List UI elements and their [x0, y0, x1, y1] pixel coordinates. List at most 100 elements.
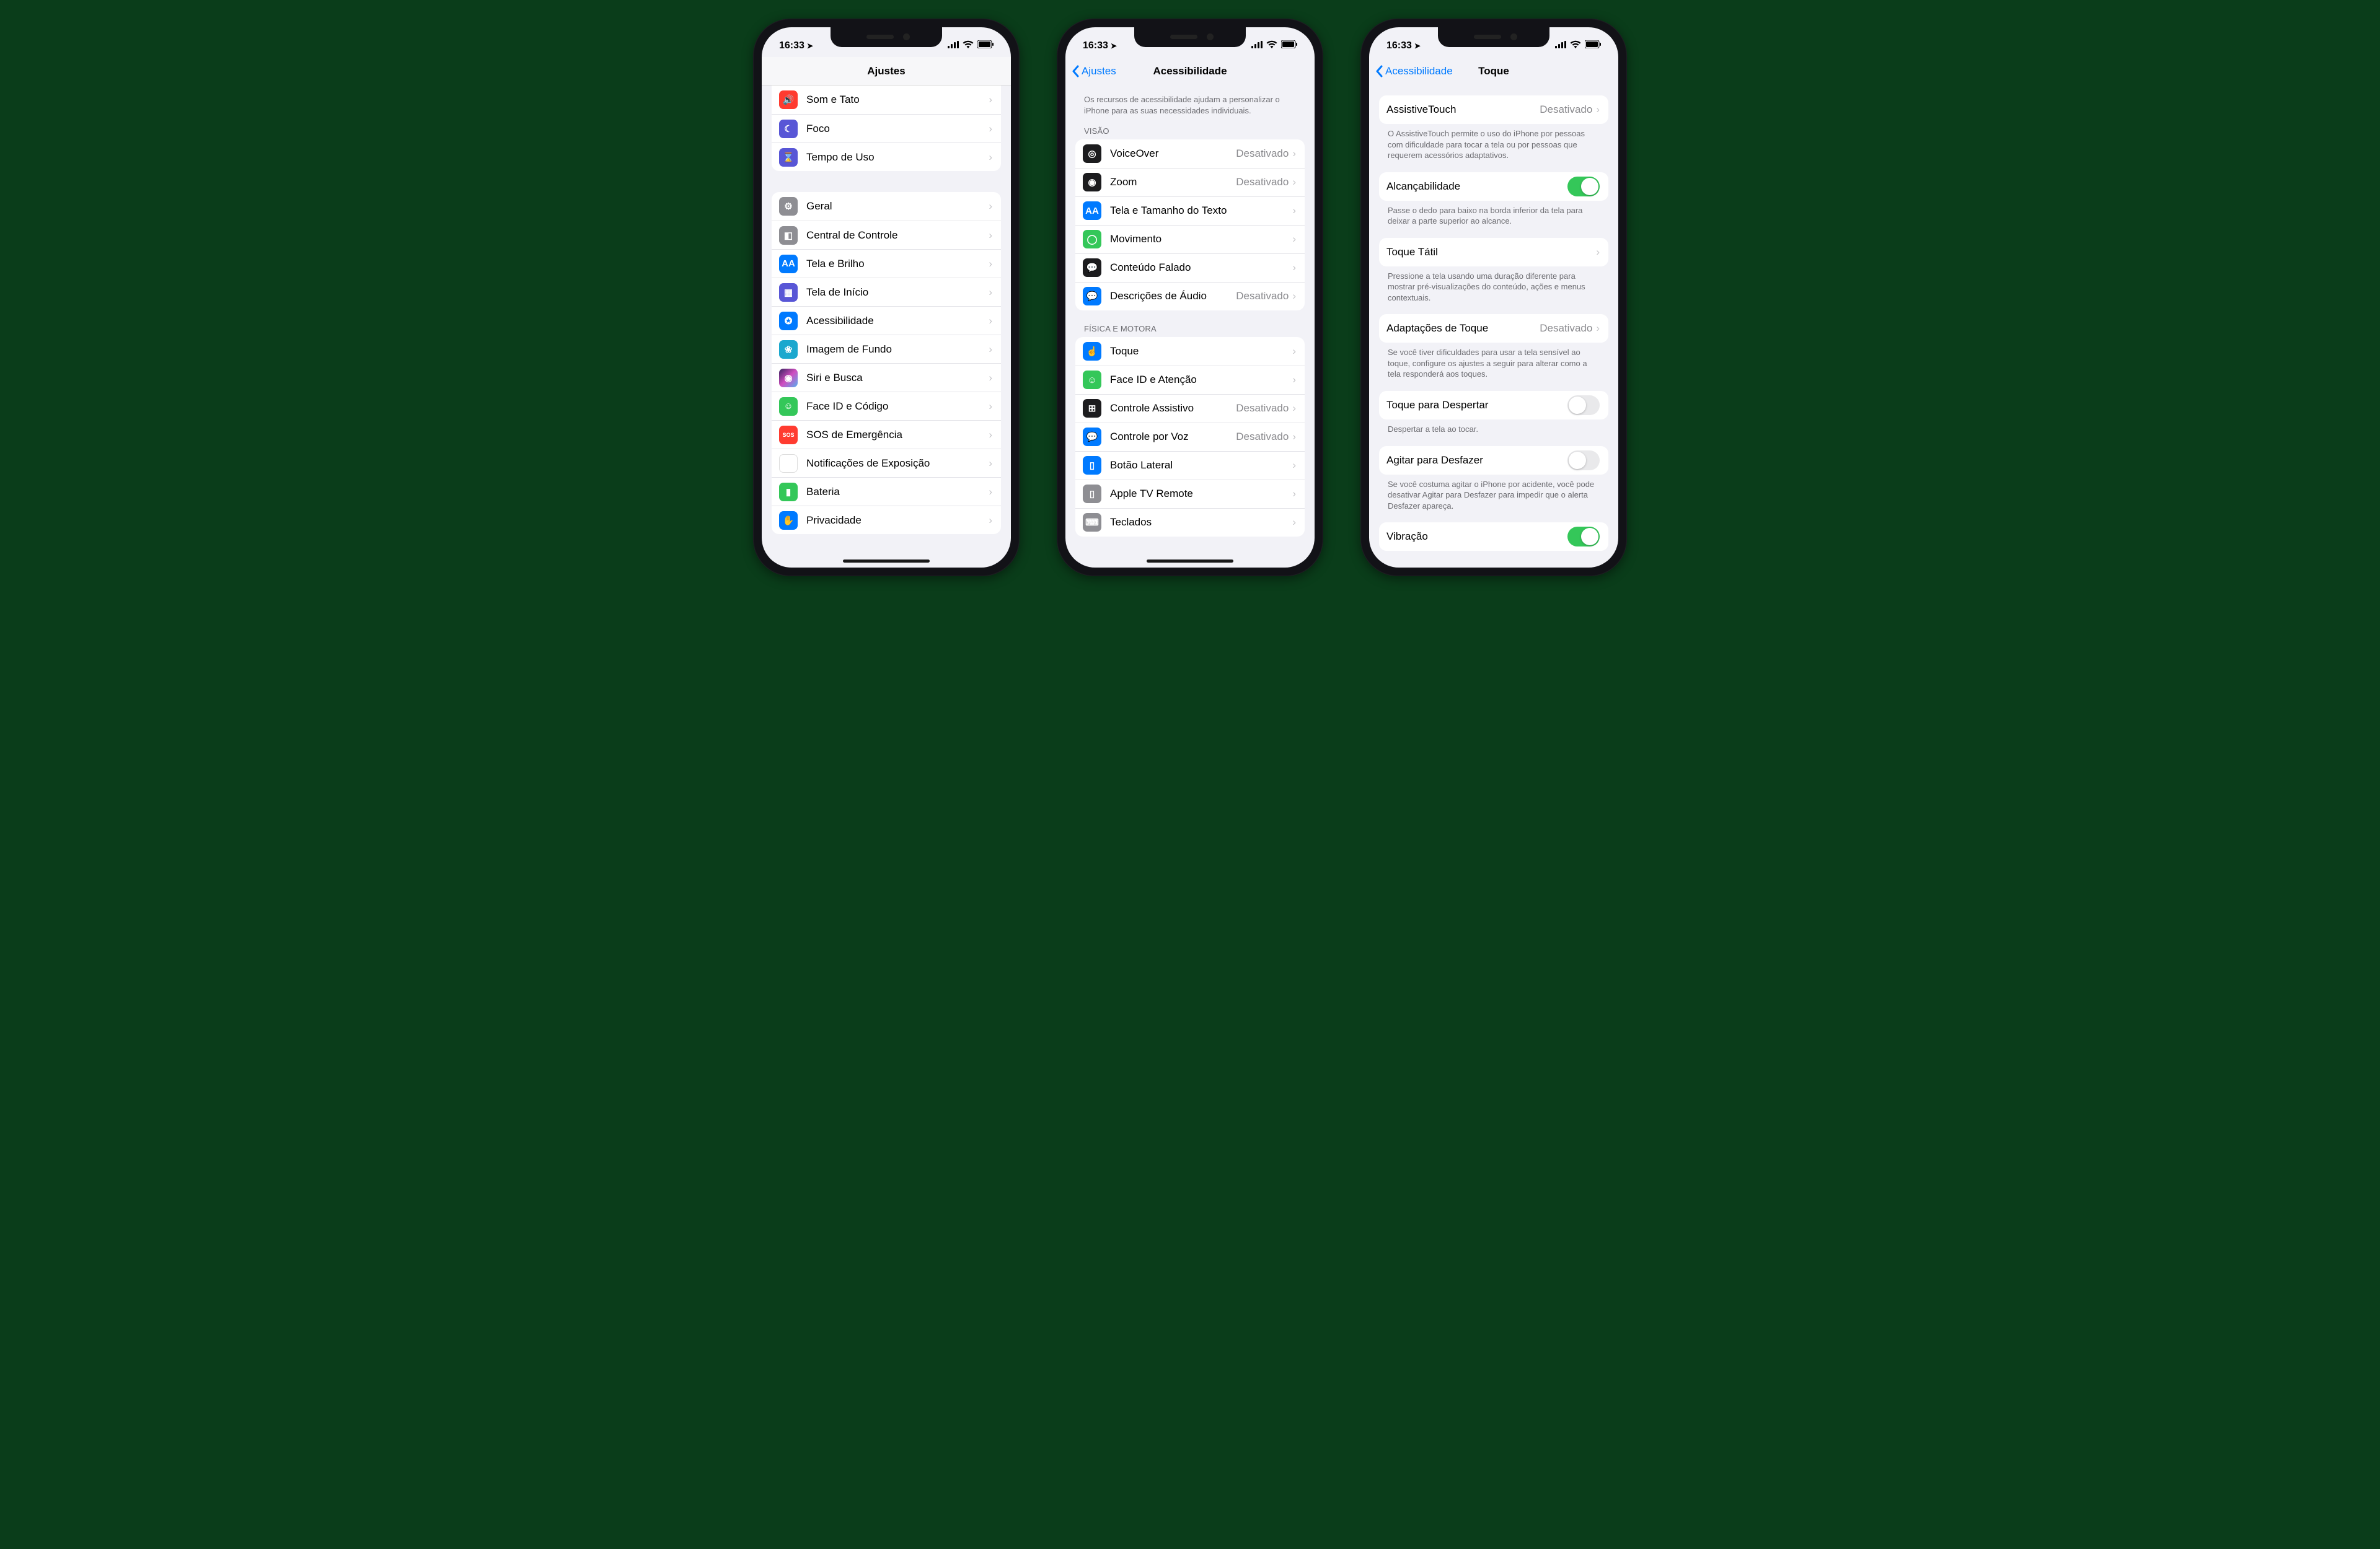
home-indicator[interactable] [843, 559, 930, 563]
row-tempo-de-uso[interactable]: ⌛ Tempo de Uso› [772, 143, 1001, 171]
row-haptic-touch[interactable]: Toque Tátil › [1379, 238, 1608, 266]
row-label: Conteúdo Falado [1110, 261, 1292, 274]
row-controle-por-voz[interactable]: 💬Controle por VozDesativado› [1075, 423, 1305, 451]
chevron-left-icon [1072, 65, 1079, 77]
vibration-toggle[interactable] [1567, 527, 1600, 546]
vision-header: VISÃO [1075, 119, 1305, 139]
row-label: Notificações de Exposição [806, 457, 989, 470]
screentime-icon: ⌛ [779, 148, 798, 167]
wifi-icon [963, 40, 974, 51]
row-siri-e-busca[interactable]: ◉Siri e Busca› [772, 363, 1001, 392]
row-tap-to-wake[interactable]: Toque para Despertar [1379, 391, 1608, 419]
row-acessibilidade[interactable]: ✪Acessibilidade› [772, 306, 1001, 335]
status-time: 16:33 [1386, 40, 1412, 51]
accom-footer: Se você tiver dificuldades para usar a t… [1379, 343, 1608, 381]
shake-toggle[interactable] [1567, 450, 1600, 470]
row-som-e-tato[interactable]: 🔊Som e Tato› [772, 86, 1001, 114]
accom-value: Desativado [1540, 322, 1592, 335]
chevron-right-icon: › [989, 343, 992, 356]
row-label: Tempo de Uso [806, 151, 989, 164]
row-conte-do-falado[interactable]: 💬Conteúdo Falado› [1075, 253, 1305, 282]
row-face-id-e-aten-o[interactable]: ☺Face ID e Atenção› [1075, 366, 1305, 394]
motor-header: FÍSICA E MOTORA [1075, 310, 1305, 337]
chevron-right-icon: › [989, 429, 992, 441]
assistivetouch-footer: O AssistiveTouch permite o uso do iPhone… [1379, 124, 1608, 162]
row-controle-assistivo[interactable]: ⊞Controle AssistivoDesativado› [1075, 394, 1305, 423]
row-privacidade[interactable]: ✋Privacidade› [772, 506, 1001, 534]
row-face-id-e-c-digo[interactable]: ☺Face ID e Código› [772, 392, 1001, 420]
row-label: Apple TV Remote [1110, 488, 1292, 500]
row-zoom[interactable]: ◉ZoomDesativado› [1075, 168, 1305, 196]
row-imagem-de-fundo[interactable]: ❀Imagem de Fundo› [772, 335, 1001, 363]
chevron-right-icon: › [1596, 322, 1600, 335]
back-button[interactable]: Ajustes [1072, 65, 1116, 77]
chevron-right-icon: › [1292, 402, 1296, 415]
notch [831, 27, 942, 47]
row-foco[interactable]: ☾Foco› [772, 114, 1001, 143]
row-geral[interactable]: ⚙Geral› [772, 192, 1001, 221]
row-movimento[interactable]: ◯Movimento› [1075, 225, 1305, 253]
reachability-toggle[interactable] [1567, 177, 1600, 196]
chevron-right-icon: › [989, 123, 992, 135]
row-tela-e-tamanho-do-texto[interactable]: AATela e Tamanho do Texto› [1075, 196, 1305, 225]
signal-icon [1251, 40, 1263, 51]
shake-label: Agitar para Desfazer [1386, 454, 1567, 467]
notch [1134, 27, 1246, 47]
reachability-footer: Passe o dedo para baixo na borda inferio… [1379, 201, 1608, 228]
back-button[interactable]: Acessibilidade [1375, 65, 1453, 77]
row-value: Desativado [1236, 147, 1289, 160]
row-vibration[interactable]: Vibração [1379, 522, 1608, 551]
home-indicator[interactable] [1147, 559, 1233, 563]
navbar: Ajustes Acessibilidade [1065, 57, 1315, 86]
row-shake-undo[interactable]: Agitar para Desfazer [1379, 446, 1608, 475]
row-bot-o-lateral[interactable]: ▯Botão Lateral› [1075, 451, 1305, 480]
shake-footer: Se você costuma agitar o iPhone por acid… [1379, 475, 1608, 513]
row-teclados[interactable]: ⌨Teclados› [1075, 508, 1305, 537]
chevron-right-icon: › [989, 229, 992, 242]
wallpaper-icon: ❀ [779, 340, 798, 359]
back-label: Ajustes [1082, 65, 1116, 77]
row-toque[interactable]: ☝Toque› [1075, 337, 1305, 366]
row-tela-de-in-cio[interactable]: ▦Tela de Início› [772, 278, 1001, 306]
signal-icon [948, 40, 959, 51]
battery-icon [1281, 40, 1297, 51]
haptic-label: Toque Tátil [1386, 246, 1596, 258]
status-time: 16:33 [779, 40, 804, 51]
row-descri-es-de-udio[interactable]: 💬Descrições de ÁudioDesativado› [1075, 282, 1305, 310]
faceid-icon: ☺ [779, 397, 798, 416]
chevron-right-icon: › [989, 151, 992, 164]
page-title: Toque [1478, 65, 1509, 77]
textsize-icon: AA [1083, 201, 1101, 220]
accom-label: Adaptações de Toque [1386, 322, 1540, 335]
chevron-right-icon: › [1292, 147, 1296, 160]
row-label: Face ID e Atenção [1110, 374, 1292, 386]
page-title: Ajustes [867, 65, 905, 77]
tapwake-toggle[interactable] [1567, 395, 1600, 415]
back-label: Acessibilidade [1385, 65, 1453, 77]
voicecontrol-icon: 💬 [1083, 428, 1101, 446]
chevron-right-icon: › [989, 372, 992, 384]
notch [1438, 27, 1549, 47]
row-apple-tv-remote[interactable]: ▯Apple TV Remote› [1075, 480, 1305, 508]
row-label: SOS de Emergência [806, 429, 989, 441]
row-notifica-es-de-exposi-o[interactable]: ❂Notificações de Exposição› [772, 449, 1001, 477]
row-label: Controle por Voz [1110, 431, 1236, 443]
chevron-right-icon: › [1292, 261, 1296, 274]
row-bateria[interactable]: ▮Bateria› [772, 477, 1001, 506]
row-reachability[interactable]: Alcançabilidade [1379, 172, 1608, 201]
row-tela-e-brilho[interactable]: AATela e Brilho› [772, 249, 1001, 278]
location-icon: ➤ [1414, 42, 1421, 50]
row-assistivetouch[interactable]: AssistiveTouch Desativado › [1379, 95, 1608, 124]
atvremote-icon: ▯ [1083, 485, 1101, 503]
chevron-right-icon: › [1292, 290, 1296, 302]
sound-icon: 🔊 [779, 90, 798, 109]
chevron-right-icon: › [1292, 176, 1296, 188]
display-icon: AA [779, 255, 798, 273]
row-touch-accommodations[interactable]: Adaptações de Toque Desativado › [1379, 314, 1608, 343]
chevron-left-icon [1375, 65, 1383, 77]
row-central-de-controle[interactable]: ◧Central de Controle› [772, 221, 1001, 249]
row-sos-de-emerg-ncia[interactable]: SOSSOS de Emergência› [772, 420, 1001, 449]
row-voiceover[interactable]: ◎VoiceOverDesativado› [1075, 139, 1305, 168]
row-label: Tela e Brilho [806, 258, 989, 270]
controlcenter-icon: ◧ [779, 226, 798, 245]
